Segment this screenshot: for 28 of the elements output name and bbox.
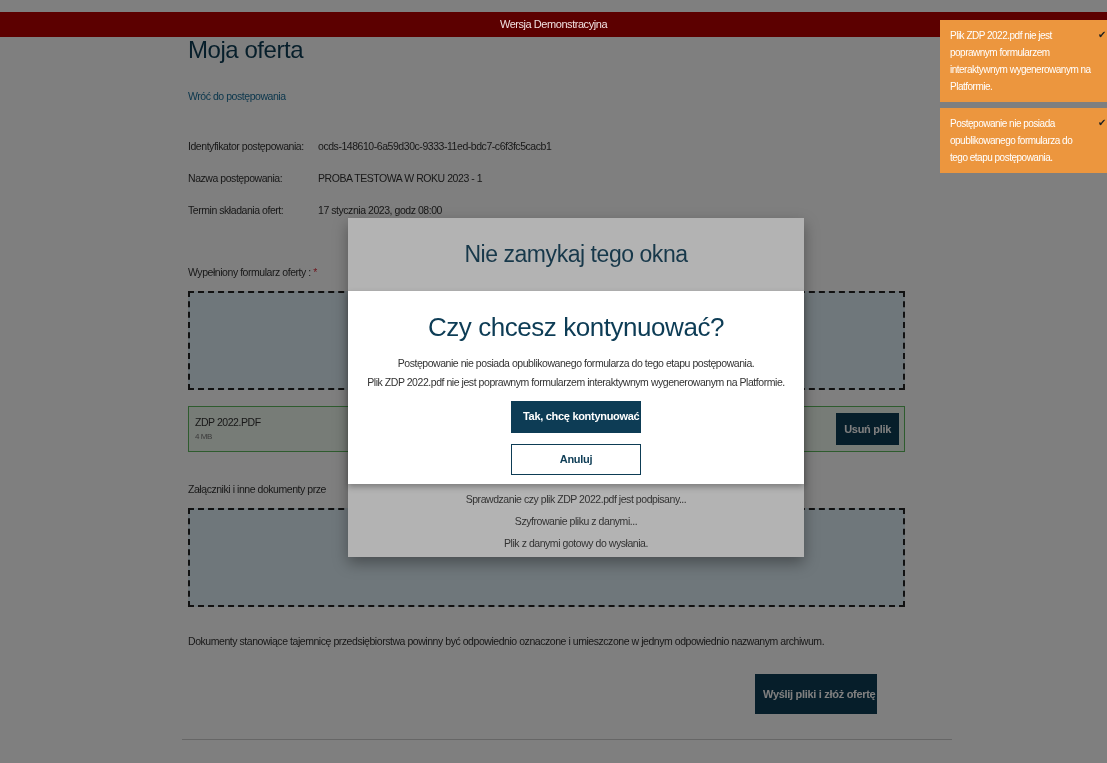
field-label: Załączniki i inne dokumenty prze — [188, 482, 326, 495]
status-line: Sprawdzanie czy plik ZDP 2022.pdf jest podpisany... — [465, 493, 687, 505]
check-icon: ✔ — [1097, 26, 1105, 43]
status-line: Plik z danymi gotowy do wysłania. — [504, 537, 648, 549]
detail-label: Termin składania ofert: — [188, 203, 285, 219]
required-mark: * — [313, 266, 317, 279]
confirm-title: Czy chcesz kontynuować? — [427, 313, 725, 342]
confirm-message: Plik ZDP 2022.pdf nie jest poprawnym formularzem interaktywnym wygenerowanym na Platformie. — [367, 375, 785, 388]
detail-label: Identyfikator postępowania: — [188, 139, 305, 155]
back-link[interactable]: Wróć do postępowania — [188, 89, 286, 106]
confirm-message: Postępowanie nie posiada opublikowanego formularza do tego etapu postępowania. — [397, 356, 755, 369]
detail-value: ocds-148610-6a59d30c-9333-11ed-bdc7-c6f3fc5cacb1 — [318, 139, 552, 155]
status-line: Szyfrowanie pliku z danymi... — [514, 515, 638, 527]
toast-message: Plik ZDP 2022.pdf nie jest poprawnym formularzem interaktywnym wygenerowanym na Platformie. — [950, 30, 1091, 92]
detail-value: 17 stycznia 2023, godz 08:00 — [318, 203, 442, 219]
check-icon: ✔ — [1097, 114, 1105, 131]
confirm-button[interactable]: Tak, chcę kontynuować — [511, 400, 641, 433]
note-text: Dokumenty stanowiące tajemnicę przedsiębiorstwa powinny być odpowiednio oznaczone i umieszczone w jednym odpowiednio nazwanym archiwum. — [188, 634, 825, 647]
field-label: Wypełniony formularz oferty : — [188, 266, 312, 279]
detail-value: PROBA TESTOWA W ROKU 2023 - 1 — [318, 171, 483, 187]
dialog-title: Nie zamykaj tego okna — [463, 242, 689, 268]
page-title: Moja oferta — [188, 37, 305, 64]
file-name: ZDP 2022.PDF — [195, 415, 261, 430]
toast-message: Postępowanie nie posiada opublikowanego formularza do tego etapu postępowania. — [950, 118, 1073, 163]
submit-button[interactable]: Wyślij pliki i złóż ofertę — [755, 674, 877, 715]
detail-label: Nazwa postępowania: — [188, 171, 284, 187]
cancel-button[interactable]: Anuluj — [511, 443, 641, 475]
remove-file-button[interactable]: Usuń plik — [836, 412, 899, 446]
